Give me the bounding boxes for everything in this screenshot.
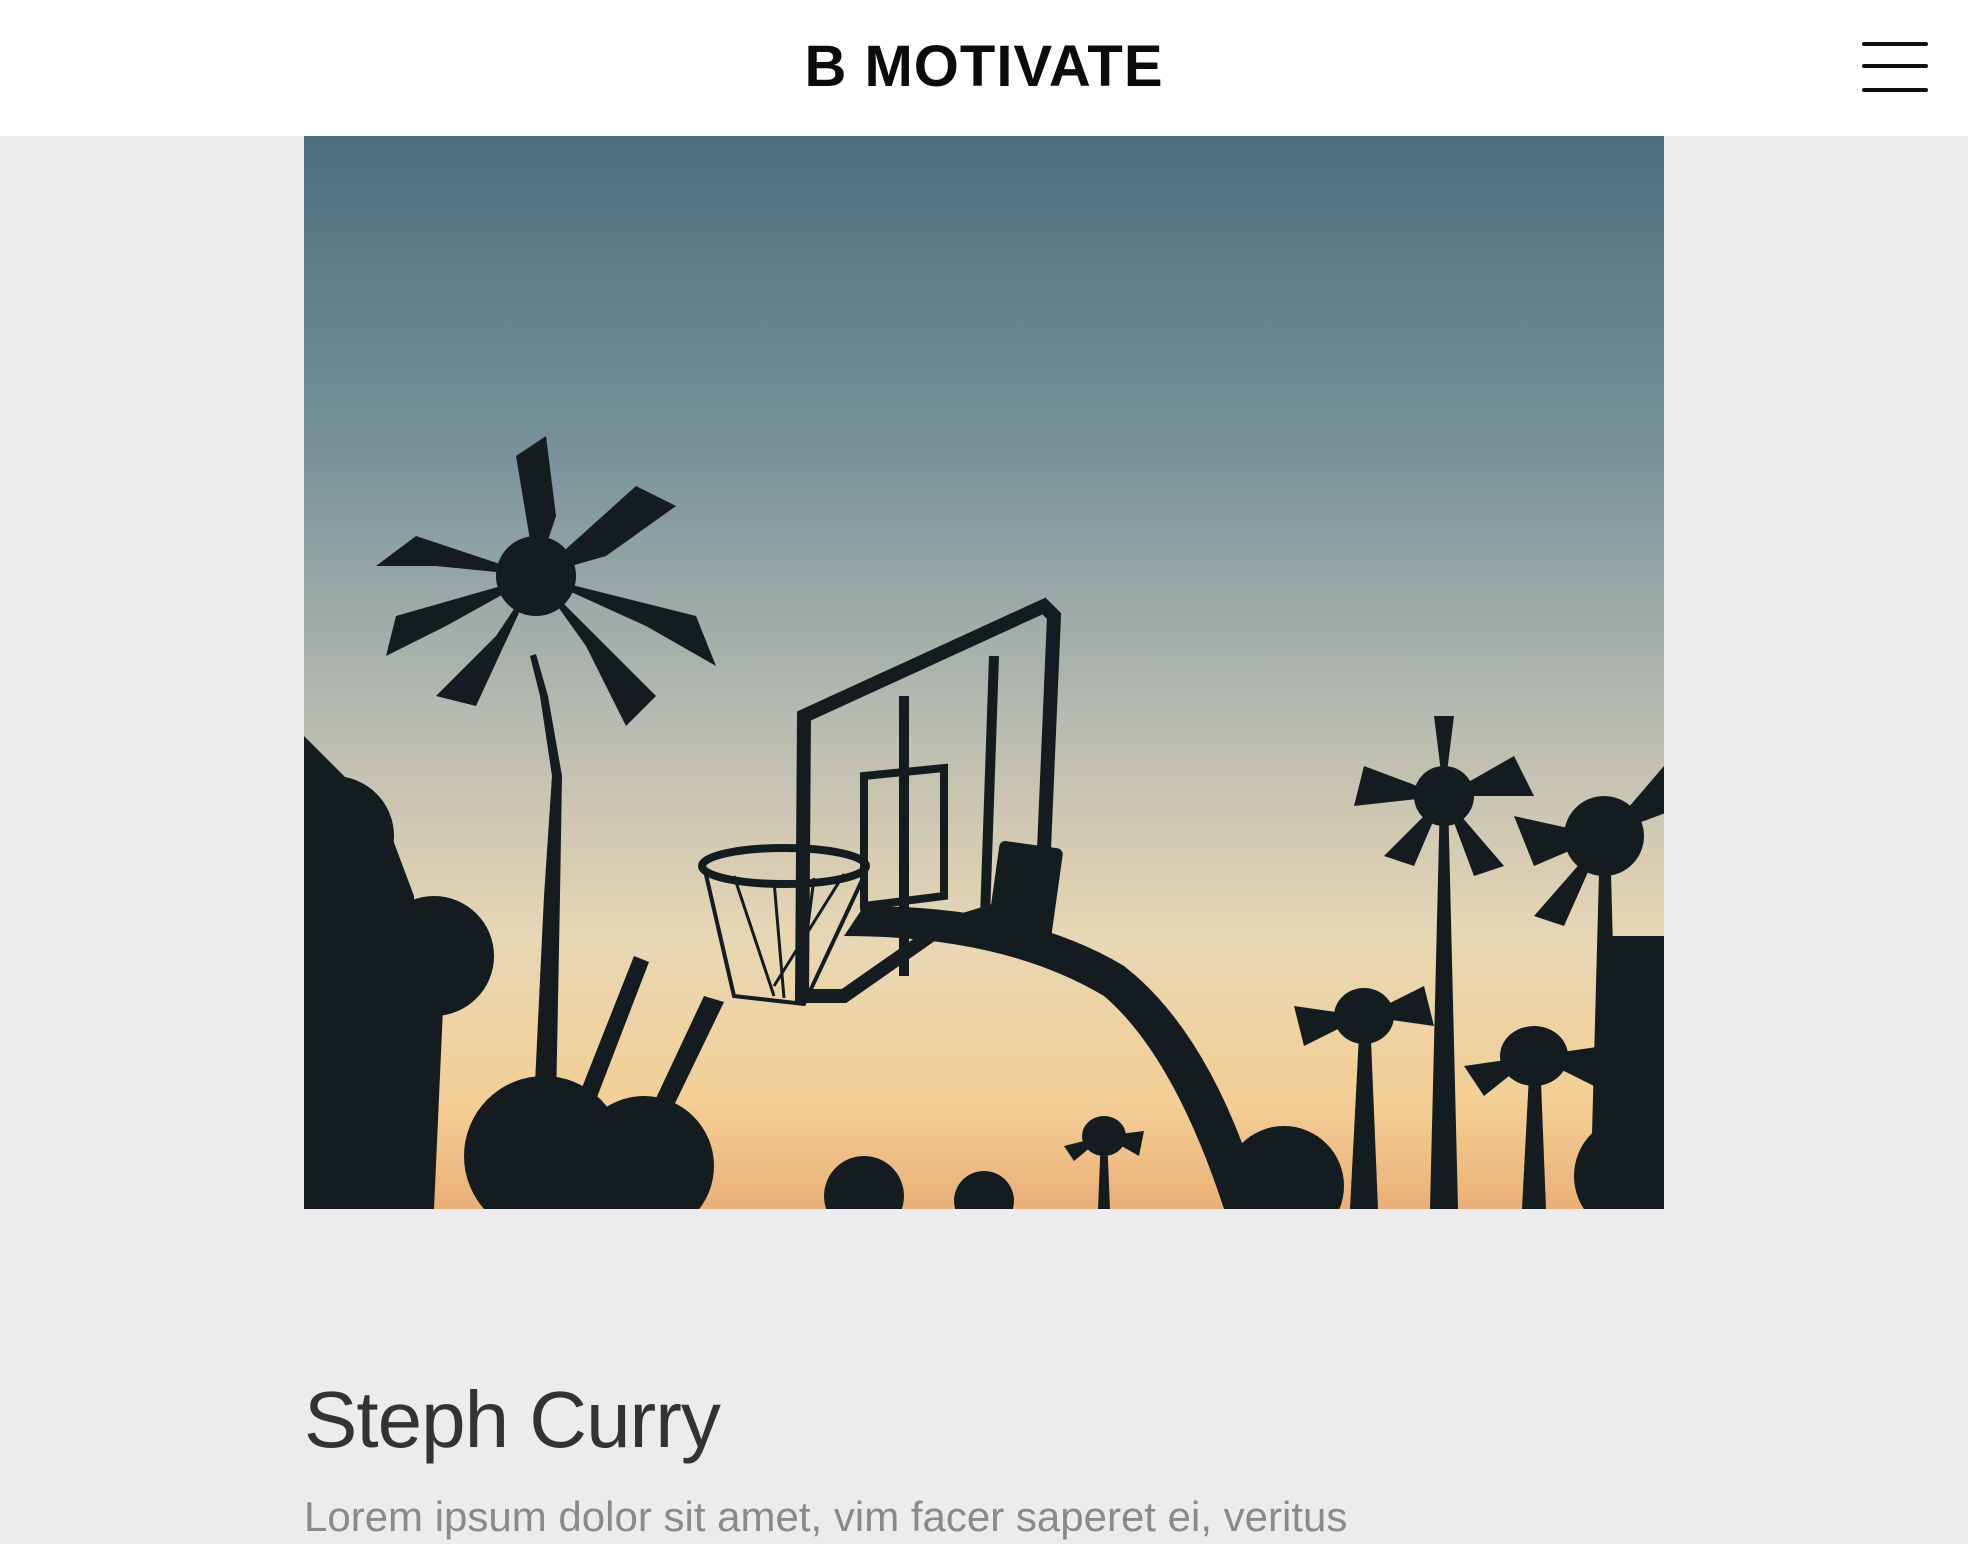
brand-logo[interactable]: B MOTIVATE: [0, 34, 1968, 100]
site-header: B MOTIVATE: [0, 0, 1968, 136]
article-title: Steph Curry: [304, 1375, 721, 1464]
hamburger-menu-icon[interactable]: [1862, 38, 1934, 96]
article-body: Lorem ipsum dolor sit amet, vim facer sa…: [304, 1493, 1348, 1540]
basketball-hoop-sunset-photo: [304, 136, 1664, 1209]
article-content: Steph Curry Lorem ipsum dolor sit amet, …: [304, 1370, 1704, 1544]
hero-image: [304, 136, 1664, 1209]
